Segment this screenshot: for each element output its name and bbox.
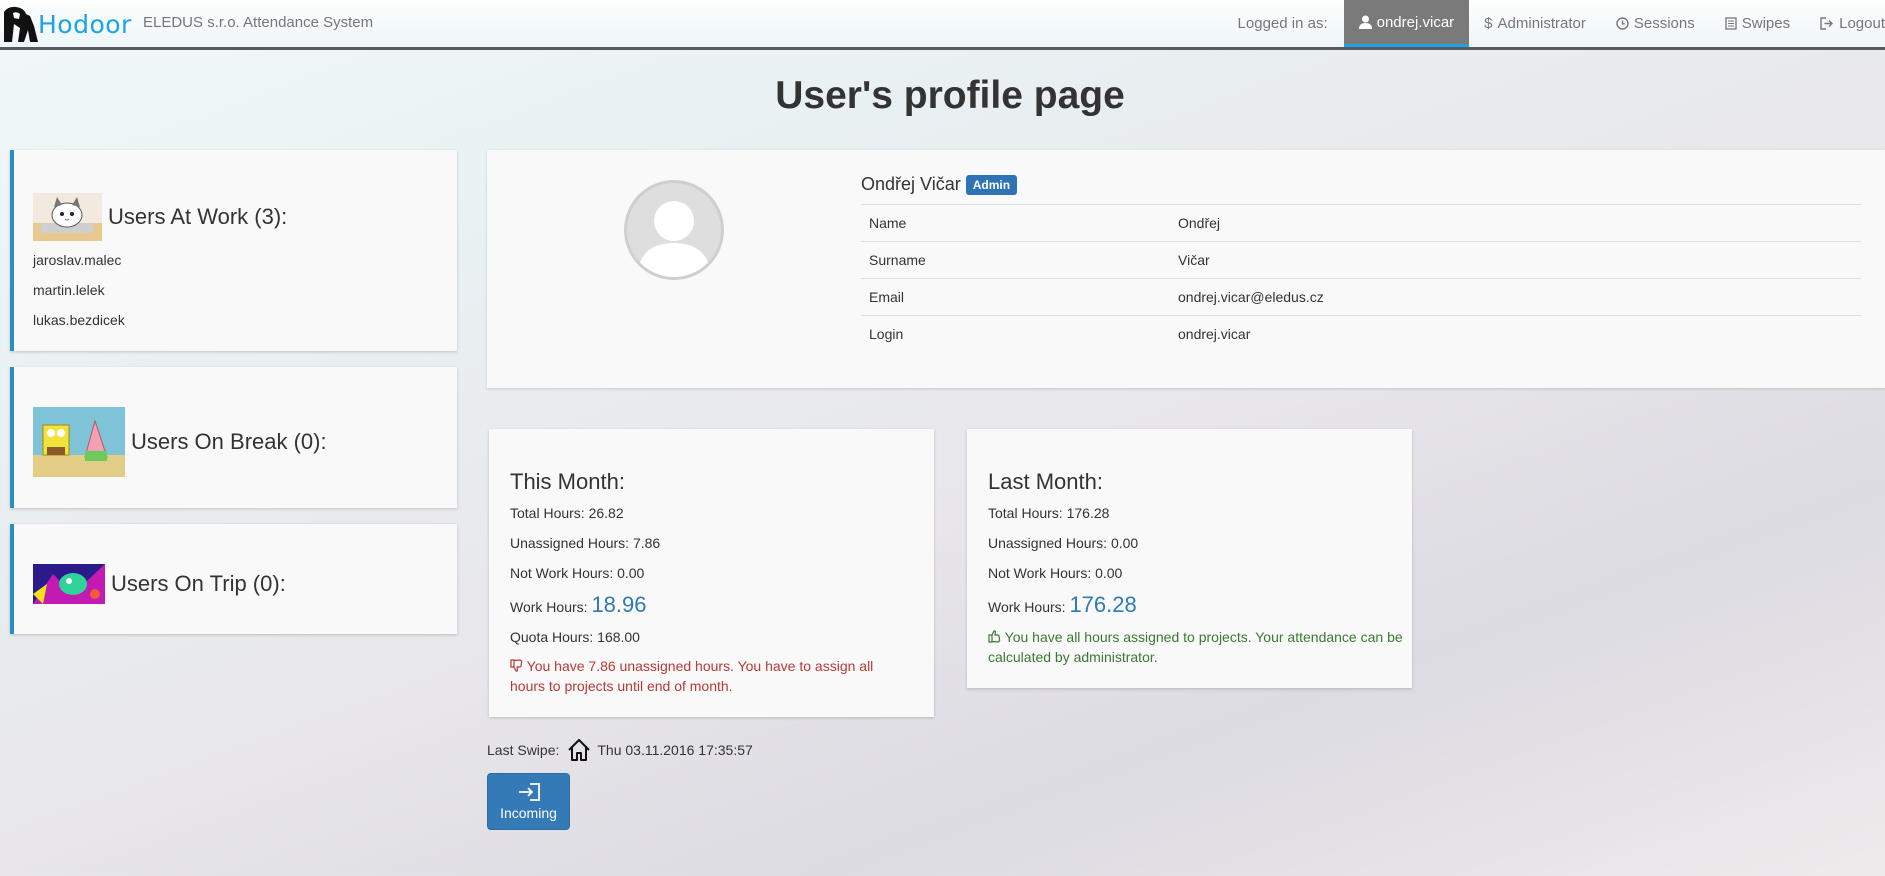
home-icon — [568, 739, 591, 761]
top-navbar: Hodoor ELEDUS s.r.o. Attendance System L… — [0, 0, 1885, 50]
logged-in-label: Logged in as: — [1237, 15, 1328, 32]
profile-key: Surname — [861, 241, 1170, 279]
nav-logout[interactable]: Logout — [1805, 0, 1885, 47]
table-row: Login ondrej.vicar — [861, 315, 1861, 353]
this-month-unassigned: Unassigned Hours: 7.86 — [510, 535, 661, 551]
last-swipe-value: Thu 03.11.2016 17:35:57 — [597, 742, 753, 758]
thumbs-down-icon — [510, 659, 523, 672]
nav-sessions-label: Sessions — [1633, 15, 1695, 32]
logout-icon — [1820, 17, 1834, 30]
default-avatar-icon — [637, 201, 711, 277]
nav-user[interactable]: ondrej.vicar — [1343, 0, 1470, 47]
users-at-work-panel: Users At Work (3): jaroslav.malec martin… — [10, 150, 457, 351]
work-hours-label: Work Hours: — [510, 599, 588, 615]
list-item[interactable]: lukas.bezdicek — [33, 310, 125, 340]
dollar-icon: $ — [1484, 15, 1493, 32]
nav-swipes-label: Swipes — [1741, 15, 1791, 32]
last-month-total: Total Hours: 176.28 — [988, 505, 1110, 521]
last-month-unassigned: Unassigned Hours: 0.00 — [988, 535, 1139, 551]
clock-icon — [1616, 17, 1629, 30]
this-month-not-work: Not Work Hours: 0.00 — [510, 565, 645, 581]
work-hours-value: 18.96 — [591, 592, 647, 617]
table-row: Name Ondřej — [861, 204, 1861, 242]
cat-thumbnail-icon — [33, 193, 102, 241]
nav-user-label: ondrej.vicar — [1376, 13, 1455, 31]
user-icon — [1358, 15, 1372, 29]
this-month-warning: You have 7.86 unassigned hours. You have… — [510, 656, 890, 696]
last-month-success: You have all hours assigned to projects.… — [988, 627, 1408, 667]
avatar — [624, 180, 724, 280]
nav-administrator-label: Administrator — [1497, 15, 1586, 32]
nav-logout-label: Logout — [1839, 15, 1885, 32]
this-month-card: This Month: Total Hours: 26.82 Unassigne… — [489, 429, 934, 717]
brand-link[interactable]: Hodoor — [0, 4, 132, 44]
this-month-title: This Month: — [510, 469, 625, 494]
nav-swipes[interactable]: Swipes — [1710, 0, 1805, 47]
page-title: User's profile page — [775, 74, 1125, 117]
nav-sessions[interactable]: Sessions — [1601, 0, 1710, 47]
last-month-success-text: You have all hours assigned to projects.… — [988, 629, 1403, 665]
navbar-right: Logged in as: ondrej.vicar $ Administrat… — [1238, 0, 1885, 47]
users-at-work-list: jaroslav.malec martin.lelek lukas.bezdic… — [33, 250, 125, 340]
last-month-title: Last Month: — [988, 469, 1103, 494]
profile-table: Name Ondřej Surname Vičar Email ondrej.v… — [861, 204, 1861, 353]
incoming-button-label: Incoming — [500, 805, 557, 821]
last-month-work: Work Hours: 176.28 — [988, 592, 1137, 618]
users-on-trip-panel: Users On Trip (0): — [10, 524, 457, 634]
profile-key: Name — [861, 204, 1170, 242]
incoming-button[interactable]: Incoming — [487, 773, 570, 830]
table-row: Email ondrej.vicar@eledus.cz — [861, 278, 1861, 316]
profile-value: Ondřej — [1170, 204, 1861, 242]
users-on-break-title: Users On Break (0): — [131, 429, 327, 454]
profile-value: ondrej.vicar — [1170, 315, 1861, 353]
users-on-break-header: Users On Break (0): — [33, 407, 327, 477]
work-hours-label: Work Hours: — [988, 599, 1066, 615]
nav-administrator[interactable]: $ Administrator — [1469, 0, 1601, 47]
profile-key: Email — [861, 278, 1170, 316]
work-hours-value: 176.28 — [1069, 592, 1137, 617]
list-icon — [1725, 17, 1737, 30]
profile-display-name: Ondřej Vičar — [861, 174, 961, 194]
last-swipe: Last Swipe: Thu 03.11.2016 17:35:57 — [487, 738, 753, 762]
profile-value: ondrej.vicar@eledus.cz — [1170, 278, 1861, 316]
this-month-warning-text: You have 7.86 unassigned hours. You have… — [510, 658, 874, 694]
list-item[interactable]: martin.lelek — [33, 280, 125, 310]
users-at-work-title: Users At Work (3): — [108, 204, 288, 229]
admin-badge: Admin — [965, 174, 1018, 195]
last-month-not-work: Not Work Hours: 0.00 — [988, 565, 1123, 581]
sign-in-icon — [518, 783, 540, 801]
last-swipe-label: Last Swipe: — [487, 742, 560, 758]
this-month-quota: Quota Hours: 168.00 — [510, 629, 640, 645]
system-title: ELEDUS s.r.o. Attendance System — [143, 14, 374, 31]
users-on-break-panel: Users On Break (0): — [10, 367, 457, 508]
users-on-trip-header: Users On Trip (0): — [33, 564, 286, 604]
thumbs-up-icon — [988, 630, 1001, 643]
profile-name: Ondřej Vičar Admin — [861, 174, 1018, 195]
hodor-logo-icon — [4, 6, 38, 42]
profile-value: Vičar — [1170, 241, 1861, 279]
table-row: Surname Vičar — [861, 241, 1861, 279]
profile-card: Ondřej Vičar Admin Name Ondřej Surname V… — [487, 150, 1885, 388]
users-on-trip-title: Users On Trip (0): — [111, 571, 286, 596]
last-month-card: Last Month: Total Hours: 176.28 Unassign… — [967, 429, 1412, 688]
list-item[interactable]: jaroslav.malec — [33, 250, 125, 280]
trip-thumbnail-icon — [33, 564, 105, 604]
profile-key: Login — [861, 315, 1170, 353]
this-month-total: Total Hours: 26.82 — [510, 505, 624, 521]
spongebob-thumbnail-icon — [33, 407, 125, 477]
this-month-work: Work Hours: 18.96 — [510, 592, 647, 618]
brand-text: Hodoor — [38, 9, 132, 39]
users-at-work-header: Users At Work (3): — [33, 193, 287, 241]
